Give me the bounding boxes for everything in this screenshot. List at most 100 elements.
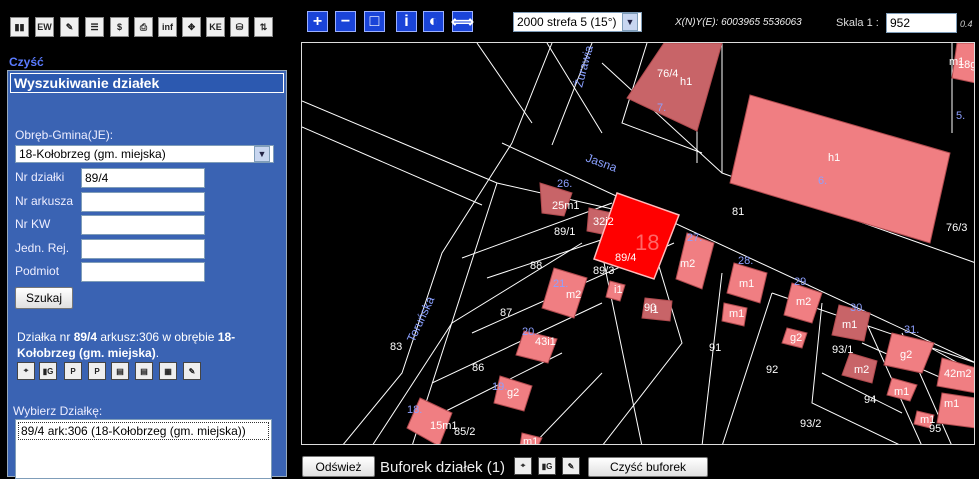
- parcel-label: 83: [390, 341, 402, 353]
- toolbar-arrows-icon[interactable]: ⇅: [254, 17, 273, 37]
- address-number: 26.: [557, 178, 572, 190]
- building-label: m1: [894, 386, 909, 398]
- parcel-listbox[interactable]: 89/4 ark:306 (18-Kołobrzeg (gm. miejska)…: [15, 419, 272, 479]
- parcel-label: 93/2: [800, 418, 821, 430]
- panel-title: Wyszukiwanie działek: [10, 73, 284, 93]
- toolbar-measure-icon[interactable]: ✎: [60, 17, 79, 37]
- address-number: 31.: [904, 324, 919, 336]
- crs-select-value: 2000 strefa 5 (15°): [517, 15, 617, 29]
- parcel-label: 81: [732, 206, 744, 218]
- building-label: h1: [828, 152, 840, 164]
- field-input[interactable]: [81, 191, 205, 212]
- map-canvas[interactable]: 18 89/4 Jasna Żurawia Toruńska 76/4 81 76/…: [302, 43, 975, 445]
- crs-select[interactable]: 2000 strefa 5 (15°) ▼: [513, 12, 642, 32]
- result-suffix: .: [155, 346, 160, 360]
- building-label: m1: [523, 436, 538, 445]
- address-number: 18.: [407, 404, 422, 416]
- toolbar-layer-icon[interactable]: EW: [35, 17, 54, 37]
- pan-button[interactable]: ⟺: [451, 11, 474, 32]
- field-label: Nr działki: [15, 170, 65, 184]
- result-parcel: 89/4: [73, 330, 98, 344]
- address-number: 28.: [738, 255, 753, 267]
- parcel-label: 76/4: [657, 68, 678, 80]
- scale-extra: 0.4: [960, 19, 973, 29]
- parcel-label: 76/3: [946, 222, 967, 234]
- field-label: Jedn. Rej.: [15, 240, 70, 255]
- field-label: Podmiot: [15, 264, 60, 278]
- result-text: Działka nr 89/4 arkusz:306 w obrębie 18-…: [17, 329, 279, 361]
- zoom-out-button[interactable]: −: [335, 11, 356, 32]
- building-label: 15m1: [430, 420, 458, 432]
- selected-parcel-area-number: 18: [635, 230, 659, 255]
- obreb-select-value: 18-Kołobrzeg (gm. miejska): [19, 147, 166, 161]
- building-label: g2: [900, 349, 912, 361]
- toolbar-info-icon[interactable]: inf: [158, 17, 177, 37]
- building-label: 32i2: [593, 216, 614, 228]
- layers-button[interactable]: ◐: [423, 11, 444, 32]
- field-input[interactable]: [81, 238, 205, 259]
- parcel-label: 91: [709, 342, 721, 354]
- document2-icon[interactable]: ▤: [135, 362, 153, 380]
- toolbar-list-icon[interactable]: ☰: [85, 17, 104, 37]
- field-label: Nr KW: [15, 217, 51, 231]
- list-item[interactable]: 89/4 ark:306 (18-Kołobrzeg (gm. miejska)…: [18, 422, 269, 440]
- buffer-report-icon[interactable]: ▮G: [538, 457, 556, 475]
- address-number: 30.: [850, 302, 865, 314]
- print-p2-icon[interactable]: P: [88, 362, 106, 380]
- address-number: 7.: [657, 102, 666, 114]
- search-button[interactable]: Szukaj: [15, 287, 73, 309]
- toolbar-kerg-icon[interactable]: KE: [206, 17, 225, 37]
- building-label: h1: [680, 76, 692, 88]
- result-middle: arkusz:306 w obrębie: [97, 330, 218, 344]
- print-p-icon[interactable]: P: [64, 362, 82, 380]
- map-view[interactable]: 18 89/4 Jasna Żurawia Toruńska 76/4 81 76/…: [301, 42, 975, 445]
- zoom-extent-button[interactable]: □: [364, 11, 385, 32]
- zoom-in-button[interactable]: +: [307, 11, 328, 32]
- building-label: i1: [614, 284, 623, 296]
- building-label: m1: [944, 398, 959, 410]
- chevron-down-icon: ▼: [622, 13, 638, 31]
- parcel-search-panel: Wyszukiwanie działek Obręb-Gmina(JE): 18…: [7, 70, 287, 479]
- building-label: g2: [790, 332, 802, 344]
- clear-link[interactable]: Czyść: [9, 55, 44, 69]
- parcel-report-icon[interactable]: ▮G: [39, 362, 57, 380]
- address-number: 5.: [956, 110, 965, 122]
- field-input[interactable]: [81, 215, 205, 235]
- obreb-select[interactable]: 18-Kołobrzeg (gm. miejska) ▼: [15, 145, 274, 163]
- zoom-to-parcel-icon[interactable]: ⌖: [17, 362, 35, 380]
- toolbar-dollar-icon[interactable]: $: [110, 17, 129, 37]
- building-label: m1: [842, 319, 857, 331]
- address-number: 19.: [492, 381, 507, 393]
- measure-icon[interactable]: ✎: [183, 362, 201, 380]
- info-button[interactable]: i: [396, 11, 417, 32]
- buffer-measure-icon[interactable]: ✎: [562, 457, 580, 475]
- address-number: 29.: [794, 276, 809, 288]
- buffer-zoom-icon[interactable]: ⌖: [514, 457, 532, 475]
- address-number: 20.: [522, 326, 537, 338]
- field-input[interactable]: [81, 262, 205, 282]
- field-input[interactable]: [81, 168, 205, 188]
- parcel-label: 86: [472, 362, 484, 374]
- scale-label: Skala 1 :: [836, 17, 879, 29]
- toolbar-print-icon[interactable]: ⎙: [134, 17, 153, 37]
- coordinates-readout: X(N)Y(E): 6003965 5536063: [675, 17, 802, 28]
- building-label: 25m1: [552, 200, 580, 212]
- building-label: m2: [680, 258, 695, 270]
- refresh-button[interactable]: Odśwież: [302, 456, 375, 477]
- clear-buffer-button[interactable]: Czyść buforek: [588, 457, 708, 477]
- address-number: 27.: [687, 232, 702, 244]
- scale-input[interactable]: [886, 13, 957, 33]
- field-label: Nr arkusza: [15, 193, 74, 208]
- table-icon[interactable]: ▦: [159, 362, 177, 380]
- selected-parcel-number: 89/4: [615, 252, 636, 264]
- street-label: Żurawia: [571, 44, 596, 89]
- parcel-label: 94: [864, 394, 876, 406]
- document-icon[interactable]: ▤: [111, 362, 129, 380]
- toolbar-database-icon[interactable]: ⛁: [230, 17, 249, 37]
- building-label: 43i1: [535, 336, 556, 348]
- parcel-label: 92: [766, 364, 778, 376]
- toolbar-chart-icon[interactable]: ▮▮: [10, 17, 29, 37]
- address-number: 6.: [818, 175, 827, 187]
- toolbar-extent-icon[interactable]: ✥: [182, 17, 201, 37]
- building-label: m1: [949, 56, 964, 68]
